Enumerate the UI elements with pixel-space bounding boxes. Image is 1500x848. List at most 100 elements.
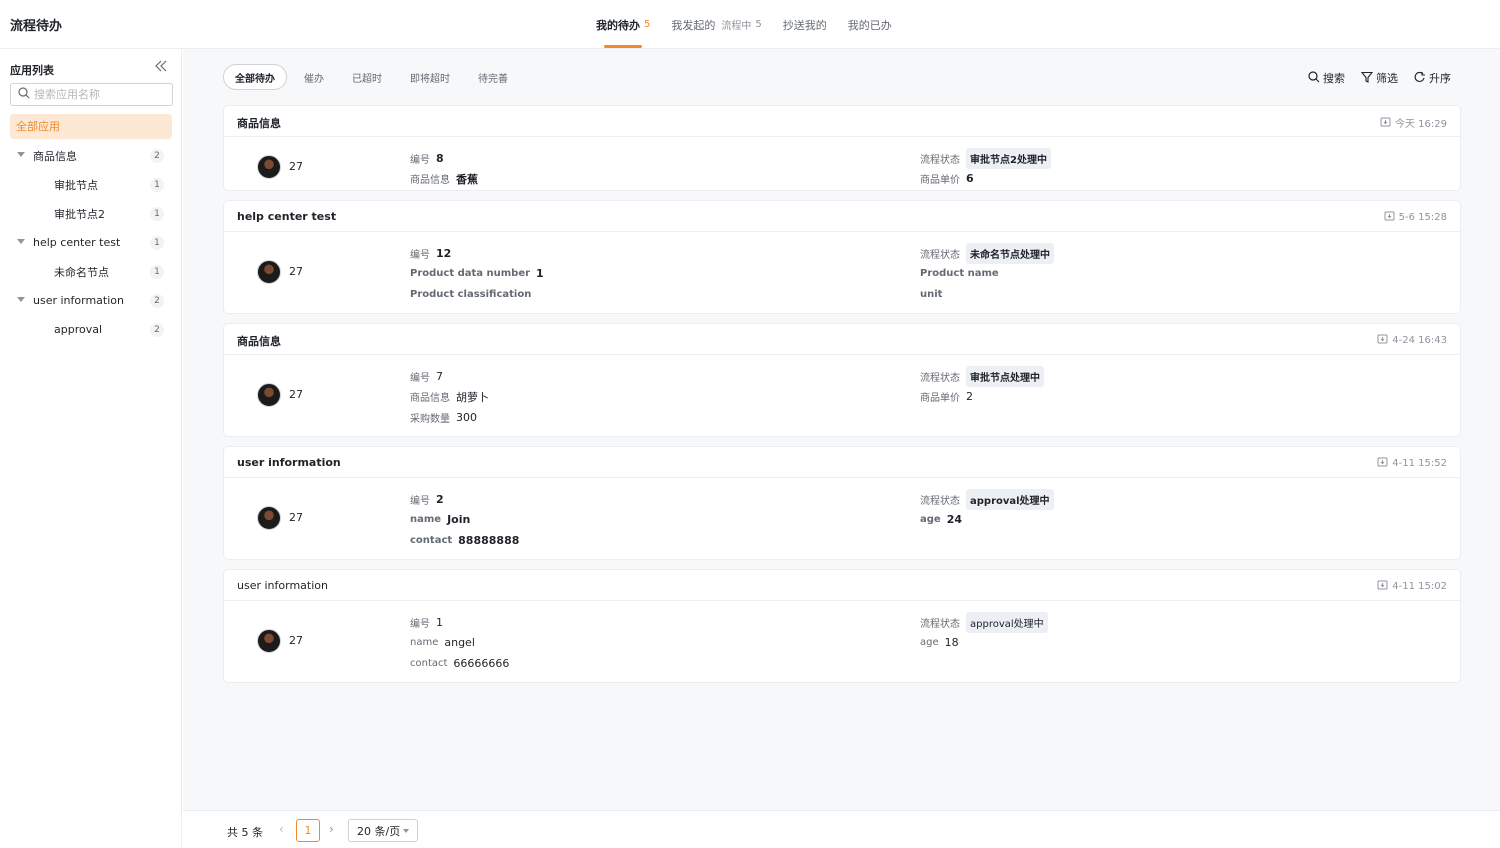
tab-cc-me[interactable]: 抄送我的 (783, 0, 827, 49)
sort-label: 升序 (1429, 72, 1451, 85)
field-key: contact (410, 534, 453, 546)
status-badge: 审批节点2处理中 (966, 147, 1051, 169)
filter-tabs: 全部待办 催办 已超时 即将超时 待完善 (223, 64, 525, 90)
user-name: 27 (289, 388, 303, 401)
collapse-icon[interactable] (154, 59, 168, 73)
filter-incomplete[interactable]: 待完善 (467, 64, 519, 90)
tab-count: 5 (644, 19, 651, 30)
field: name angel (410, 633, 509, 654)
field-key: 编号 (410, 618, 430, 630)
field-key: 流程状态 (920, 154, 960, 166)
filter-due-soon[interactable]: 即将超时 (399, 64, 461, 90)
field: unit (920, 284, 1054, 305)
avatar (257, 260, 281, 284)
tree-count: 2 (150, 293, 164, 308)
next-page-button[interactable]: › (329, 822, 334, 836)
page-button-current[interactable]: 1 (296, 819, 320, 842)
sidebar-item-all[interactable]: 全部应用 (10, 114, 172, 139)
filter-button[interactable]: 筛选 (1360, 70, 1398, 86)
tree-item-approval[interactable]: approval 2 (0, 315, 182, 344)
tab-sub-label: 流程中 (721, 21, 752, 32)
tab-label: 我的已办 (847, 18, 892, 32)
filter-all[interactable]: 全部待办 (223, 64, 287, 90)
task-card[interactable]: user information 4-11 15:02 27 编号 1 name a… (223, 569, 1461, 683)
prev-page-button[interactable]: ‹ (279, 822, 284, 836)
field-value: angel (444, 636, 475, 650)
tree-item-unnamed[interactable]: 未命名节点 1 (0, 257, 182, 286)
chevron-down-icon (403, 828, 410, 833)
field-key: 编号 (410, 249, 430, 261)
task-list: 商品信息 今天 16:29 27 编号 8 商品信息 香蕉 流程状态 审批节点2处理中… (223, 105, 1461, 692)
card-body: 27 编号 7 商品信息 胡萝卜 采购数量 300 流程状态 审批节点处理中 商品单价 2 (224, 355, 1460, 436)
field-key: 编号 (410, 154, 430, 166)
filter-urged[interactable]: 催办 (293, 64, 335, 90)
avatar (257, 506, 281, 530)
tree-count: 2 (150, 148, 164, 163)
card-title: user information (237, 456, 341, 469)
user-name: 27 (289, 160, 303, 173)
card-body: 27 编号 2 name Join contact 88888888 流程状态 appr… (224, 478, 1460, 559)
tree-group-goods[interactable]: 商品信息 2 (0, 141, 182, 170)
task-card[interactable]: 商品信息 4-24 16:43 27 编号 7 商品信息 胡萝卜 采购数量 300 流… (223, 323, 1461, 437)
avatar (257, 155, 281, 179)
card-time: 今天 16:29 (1380, 115, 1447, 130)
filter-overdue[interactable]: 已超时 (341, 64, 393, 90)
calendar-icon (1384, 210, 1399, 224)
task-card[interactable]: 商品信息 今天 16:29 27 编号 8 商品信息 香蕉 流程状态 审批节点2处理中… (223, 105, 1461, 191)
field: 商品单价 6 (920, 169, 1051, 190)
tab-my-todo[interactable]: 我的待办 5 (596, 0, 650, 49)
field-key: 流程状态 (920, 495, 960, 507)
field-key: 商品信息 (410, 175, 450, 187)
task-card[interactable]: help center test 5-6 15:28 27 编号 12 Produ… (223, 200, 1461, 314)
sort-icon (1414, 71, 1429, 86)
card-body: 27 编号 8 商品信息 香蕉 流程状态 审批节点2处理中 商品单价 6 (224, 137, 1460, 190)
tab-done[interactable]: 我的已办 (848, 0, 892, 49)
user-name: 27 (289, 511, 303, 524)
card-fields-left: 编号 2 name Join contact 88888888 (410, 489, 519, 551)
field: Product name (920, 264, 1054, 285)
app-title: 流程待办 (10, 19, 63, 34)
field: 流程状态 审批节点2处理中 (920, 147, 1051, 169)
caret-down-icon[interactable] (17, 297, 25, 302)
card-fields-right: 流程状态 审批节点处理中 商品单价 2 (920, 365, 1044, 408)
field: 商品单价 2 (920, 387, 1044, 408)
field-value: 香蕉 (456, 172, 478, 186)
field: 商品信息 胡萝卜 (410, 387, 489, 408)
card-title: user information (237, 579, 328, 592)
sort-button[interactable]: 升序 (1414, 70, 1451, 86)
search-input[interactable] (34, 88, 164, 101)
calendar-icon (1377, 579, 1392, 593)
tree-item-node2[interactable]: 审批节点2 1 (0, 199, 182, 228)
app-tree: 商品信息 2 审批节点 1 审批节点2 1 help center test 1… (0, 141, 182, 344)
search-button[interactable]: 搜索 (1308, 70, 1345, 86)
task-card[interactable]: user information 4-11 15:52 27 编号 2 name J… (223, 446, 1461, 560)
caret-down-icon[interactable] (17, 152, 25, 157)
tree-count: 1 (150, 264, 164, 279)
field-value: 66666666 (453, 656, 510, 670)
main-content: 全部待办 催办 已超时 即将超时 待完善 搜索 筛选 升序 商品信息 今天 16… (183, 49, 1500, 848)
field-value: 1 (536, 267, 544, 281)
field: 流程状态 未命名节点处理中 (920, 242, 1054, 264)
calendar-icon (1377, 456, 1392, 470)
field-key: contact (410, 657, 448, 669)
caret-down-icon[interactable] (17, 239, 25, 244)
field-value: 2 (966, 390, 973, 404)
top-bar: 流程待办 我的待办 5 我发起的 流程中 5 抄送我的 我的已办 (0, 0, 1500, 49)
page-size-select[interactable]: 20 条/页 (348, 819, 418, 842)
toolbar: 搜索 筛选 升序 (1292, 70, 1451, 86)
field-key: age (920, 514, 941, 526)
card-header: user information 4-11 15:02 (224, 570, 1460, 601)
tree-count: 2 (150, 322, 164, 337)
status-badge: 未命名节点处理中 (966, 242, 1054, 264)
card-time: 4-11 15:02 (1377, 579, 1447, 593)
field-key: unit (920, 288, 943, 300)
tree-group-user-info[interactable]: user information 2 (0, 286, 182, 315)
tree-item-node[interactable]: 审批节点 1 (0, 170, 182, 199)
tree-group-help-center[interactable]: help center test 1 (0, 228, 182, 257)
tab-label: 我发起的 (671, 18, 716, 32)
field-key: Product name (920, 268, 999, 280)
tab-initiated[interactable]: 我发起的 流程中 5 (671, 0, 761, 49)
field: 编号 12 (410, 243, 544, 264)
field-key: age (920, 637, 939, 649)
user-name: 27 (289, 265, 303, 278)
